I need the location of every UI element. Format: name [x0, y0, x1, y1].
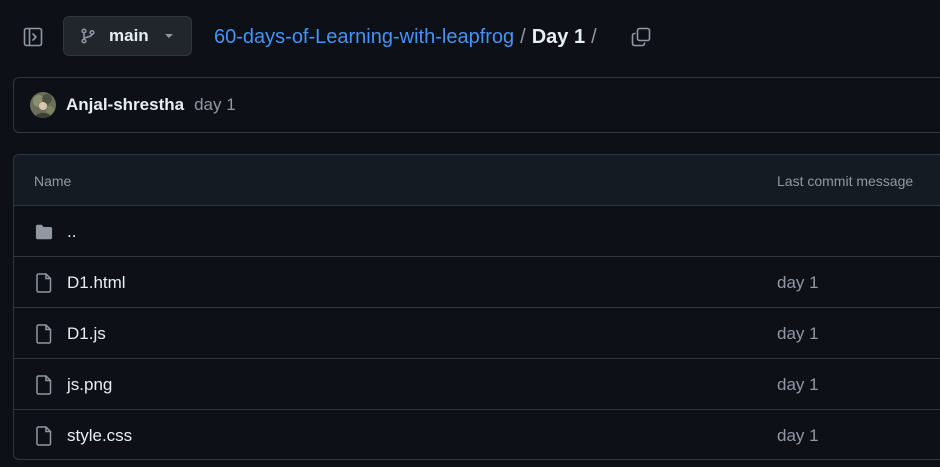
git-branch-icon [80, 28, 96, 44]
breadcrumb: 60-days-of-Learning-with-leapfrog / Day … [214, 16, 603, 58]
commit-message-link[interactable]: day 1 [777, 273, 819, 293]
folder-icon [35, 222, 53, 242]
commit-author-link[interactable]: Anjal-shrestha [66, 95, 184, 115]
chevron-down-icon [163, 30, 175, 42]
table-row-parent-directory[interactable]: .. [14, 206, 940, 257]
table-row[interactable]: js.png day 1 [14, 359, 940, 410]
branch-name: main [109, 26, 149, 45]
avatar[interactable] [30, 92, 56, 118]
breadcrumb-current-folder: Day 1 [531, 25, 586, 48]
table-row[interactable]: D1.js day 1 [14, 308, 940, 359]
column-header-last-commit: Last commit message [777, 173, 914, 189]
table-row[interactable]: D1.html day 1 [14, 257, 940, 308]
copy-path-button[interactable] [630, 26, 652, 48]
file-icon [35, 426, 53, 446]
top-bar: main 60-days-of-Learning-with-leapfrog /… [0, 16, 940, 58]
file-table: Name Last commit message .. D1.html day … [13, 154, 940, 460]
file-name-link[interactable]: style.css [67, 426, 132, 446]
table-row[interactable]: style.css day 1 [14, 410, 940, 459]
column-header-name: Name [34, 173, 72, 189]
file-icon [35, 273, 53, 293]
sidebar-expand-button[interactable] [20, 24, 46, 50]
breadcrumb-trailing-separator: / [591, 25, 597, 48]
file-name-link[interactable]: .. [67, 222, 76, 242]
commit-message-link[interactable]: day 1 [777, 324, 819, 344]
file-icon [35, 324, 53, 344]
commit-message-link[interactable]: day 1 [777, 375, 819, 395]
breadcrumb-repo-link[interactable]: 60-days-of-Learning-with-leapfrog [214, 26, 514, 49]
table-header: Name Last commit message [14, 155, 940, 206]
commit-message-link[interactable]: day 1 [777, 426, 819, 446]
file-name-link[interactable]: js.png [67, 375, 112, 395]
branch-selector-button[interactable]: main [63, 16, 192, 56]
file-icon [35, 375, 53, 395]
file-name-link[interactable]: D1.html [67, 273, 126, 293]
sidebar-expand-icon [23, 27, 43, 47]
commit-message-link[interactable]: day 1 [194, 95, 236, 115]
breadcrumb-separator: / [520, 25, 526, 48]
latest-commit-box: Anjal-shrestha day 1 [13, 77, 940, 133]
file-name-link[interactable]: D1.js [67, 324, 106, 344]
copy-icon [631, 27, 651, 47]
